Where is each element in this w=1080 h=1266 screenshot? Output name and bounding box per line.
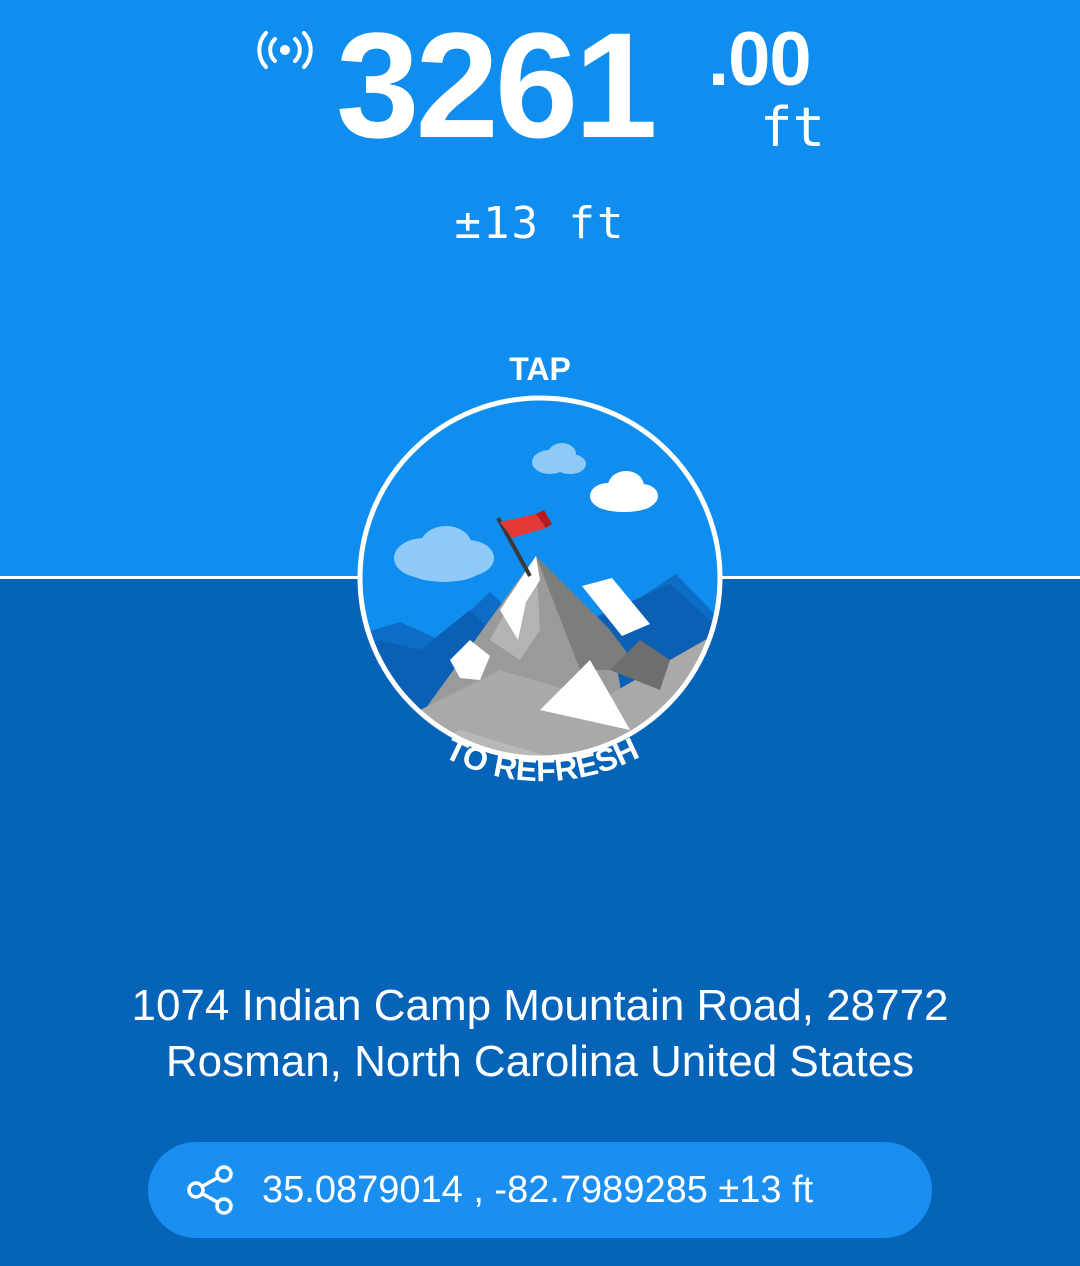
badge-top-text: TAP: [509, 351, 571, 387]
altitude-unit: ft: [760, 96, 826, 159]
location-address: 1074 Indian Camp Mountain Road, 28772 Ro…: [40, 978, 1040, 1090]
altitude-accuracy: ±13 ft: [454, 198, 626, 249]
altitude-value: 3261: [336, 1, 658, 169]
share-coordinates-button[interactable]: 35.0879014 , -82.7989285 ±13 ft: [148, 1142, 932, 1238]
altitude-decimal: .00: [708, 17, 812, 102]
address-line-2: Rosman, North Carolina United States: [165, 1037, 915, 1086]
share-icon: [187, 1165, 233, 1215]
coordinates-text: 35.0879014 , -82.7989285 ±13 ft: [262, 1168, 814, 1211]
tap-to-refresh-button[interactable]: TAP TO REFRESH: [340, 340, 740, 820]
mountain-summit-flag-illustration: [362, 400, 718, 756]
gps-signal-icon: [257, 31, 313, 69]
altimeter-screen: 3261 .00 ft ±13 ft TAP TO REFRESH 1074 I…: [0, 0, 1080, 1266]
address-line-1: 1074 Indian Camp Mountain Road, 28772: [131, 981, 949, 1030]
